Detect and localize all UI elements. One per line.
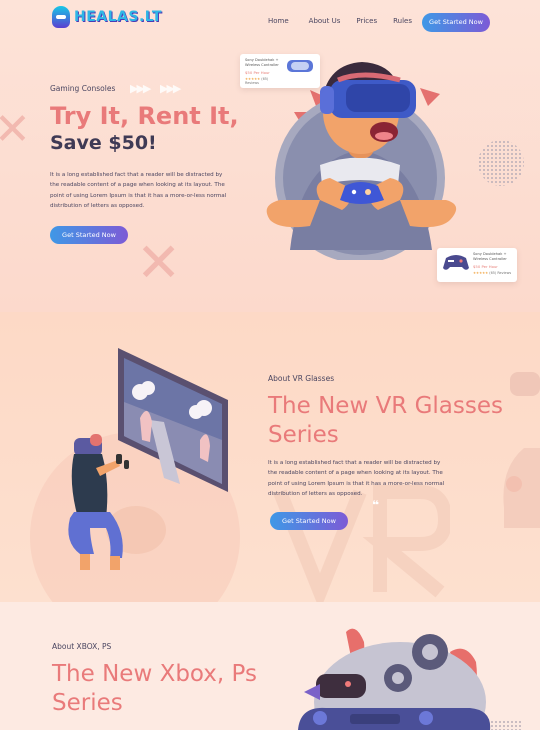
logo[interactable]: HEALAS.LT xyxy=(52,6,162,28)
card-reviews: (65) Reviews xyxy=(489,271,512,275)
hero-paragraph-line: point of using Lorem Ipsum is that it ha… xyxy=(50,192,227,199)
hero-paragraph-line: distribution of letters as opposed. xyxy=(50,203,145,210)
hero-kicker: Gaming Consoles xyxy=(50,84,116,93)
chevrons-decoration-icon: ▶▶▶ xyxy=(160,82,181,95)
hero-section: ✕ ✕ HEALAS.LT Home About Us Prices Rules… xyxy=(0,0,540,312)
nav-about-us[interactable]: About Us xyxy=(309,17,341,25)
card-title: Wireless Controller xyxy=(473,257,507,261)
card-rating: ★★★★★ (65) Reviews xyxy=(245,77,282,85)
quote-decoration-icon: ❝ xyxy=(372,498,380,512)
logo-text: HEALAS.LT xyxy=(74,9,162,25)
header-get-started-button[interactable]: Get Started Now xyxy=(422,13,490,32)
vr-get-started-button[interactable]: Get Started Now xyxy=(270,512,348,530)
nav-rules[interactable]: Rules xyxy=(393,17,412,25)
vr-paragraph-line: the readable content of a page when look… xyxy=(268,470,443,477)
rating-stars-icon: ★★★★★ xyxy=(473,271,489,275)
hero-paragraph-line: It is a long established fact that a rea… xyxy=(50,172,223,178)
hero-title: Try It, Rent It, xyxy=(50,102,239,130)
vr-player-illustration xyxy=(68,348,228,570)
vr-headset-icon xyxy=(287,60,313,72)
dot-grid-decoration xyxy=(478,140,524,186)
vr-paragraph-line: distribution of letters as opposed. xyxy=(268,491,363,498)
x-decoration-icon: ✕ xyxy=(136,231,182,294)
vr-section: About VR Glasses The New VR Glasses Seri… xyxy=(0,312,540,642)
vr-paragraph-line: point of using Lorem Ipsum is that it ha… xyxy=(268,480,445,487)
hero-paragraph-line: the readable content of a page when look… xyxy=(50,182,225,189)
dot-grid-decoration xyxy=(490,720,522,730)
xbox-title-line: Series xyxy=(52,690,123,716)
faded-figure-decoration xyxy=(503,372,540,528)
card-price: $50 Per Hour xyxy=(245,70,270,75)
gamepad-icon xyxy=(443,255,469,270)
nav-home[interactable]: Home xyxy=(268,17,289,25)
hero-paragraph: It is a long established fact that a rea… xyxy=(50,170,250,212)
card-title: Wireless Controller xyxy=(245,63,279,67)
xbox-title-line: The New Xbox, Ps xyxy=(52,661,257,687)
card-price: $50 Per Hour xyxy=(473,264,498,269)
vr-title-line: Series xyxy=(268,422,339,448)
hero-subtitle: Save $50! xyxy=(50,132,157,154)
vr-paragraph-line: It is a long established fact that a rea… xyxy=(268,460,441,466)
xbox-kicker: About XBOX, PS xyxy=(52,642,112,651)
xbox-section: About XBOX, PS The New Xbox, Ps Series xyxy=(0,602,540,730)
main-nav: Home About Us Prices Rules xyxy=(268,17,412,25)
product-card[interactable]: Sony Doublehak + Wireless Controller $50… xyxy=(240,54,320,88)
product-card[interactable]: Sony Doublehak + Wireless Controller $50… xyxy=(437,248,517,282)
card-rating: ★★★★★ (65) Reviews xyxy=(473,271,512,275)
vr-watermark-decoration xyxy=(273,485,450,602)
logo-mascot-icon xyxy=(52,6,70,28)
nav-prices[interactable]: Prices xyxy=(356,17,377,25)
chevrons-decoration-icon: ▶▶▶ xyxy=(130,82,151,95)
vr-title-line: The New VR Glasses xyxy=(268,393,503,419)
x-decoration-icon: ✕ xyxy=(0,104,31,155)
hero-get-started-button[interactable]: Get Started Now xyxy=(50,226,128,244)
consoles-illustration xyxy=(298,628,491,730)
vr-paragraph: It is a long established fact that a rea… xyxy=(268,458,468,500)
page: ✕ ✕ HEALAS.LT Home About Us Prices Rules… xyxy=(0,0,540,730)
vr-kicker: About VR Glasses xyxy=(268,374,335,383)
